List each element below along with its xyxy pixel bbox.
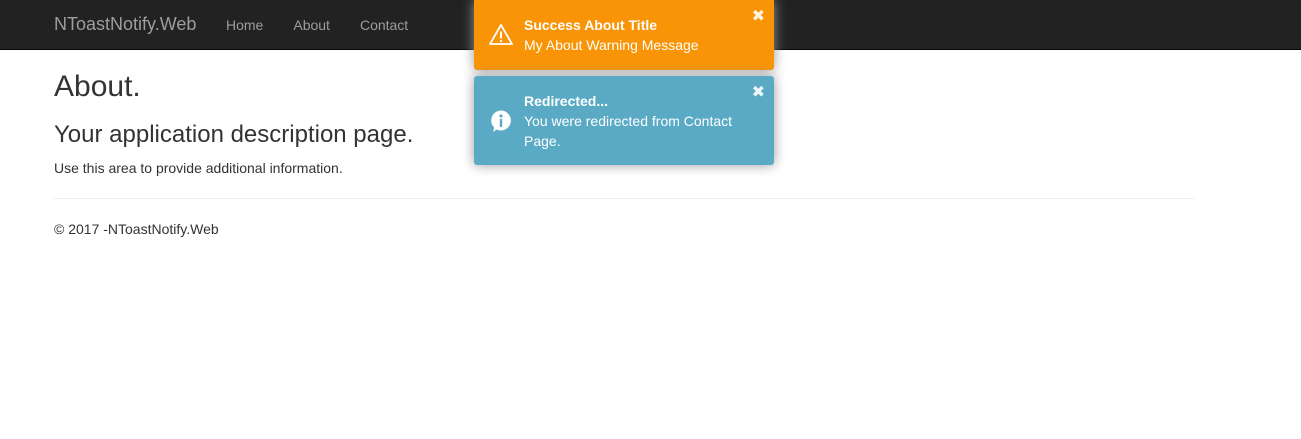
toast-message: My About Warning Message [524,37,699,53]
divider [54,198,1194,199]
nav-menu: Home About Contact [211,0,423,50]
nav-link-contact[interactable]: Contact [345,0,423,50]
toast-title: Redirected... [524,93,609,109]
close-icon[interactable]: ✖ [752,84,765,102]
toast-message: You were redirected from Contact Page. [524,113,733,149]
nav-item-home: Home [211,0,278,50]
nav-link-about[interactable]: About [278,0,345,50]
info-bubble-icon [489,109,513,133]
info-toast[interactable]: ✖ Redirected... You were redirected from… [474,76,774,165]
warning-toast[interactable]: ✖ Success About Title My About Warning M… [474,0,774,70]
nav-item-contact: Contact [345,0,423,50]
nav-link-home[interactable]: Home [211,0,278,50]
close-icon[interactable]: ✖ [752,8,765,26]
footer: © 2017 -NToastNotify.Web [54,219,1194,239]
brand-link[interactable]: NToastNotify.Web [54,14,196,34]
footer-copyright: © 2017 -NToastNotify.Web [54,221,219,237]
nav-item-about: About [278,0,345,50]
warning-triangle-icon [489,23,513,47]
toast-title: Success About Title [524,17,658,33]
